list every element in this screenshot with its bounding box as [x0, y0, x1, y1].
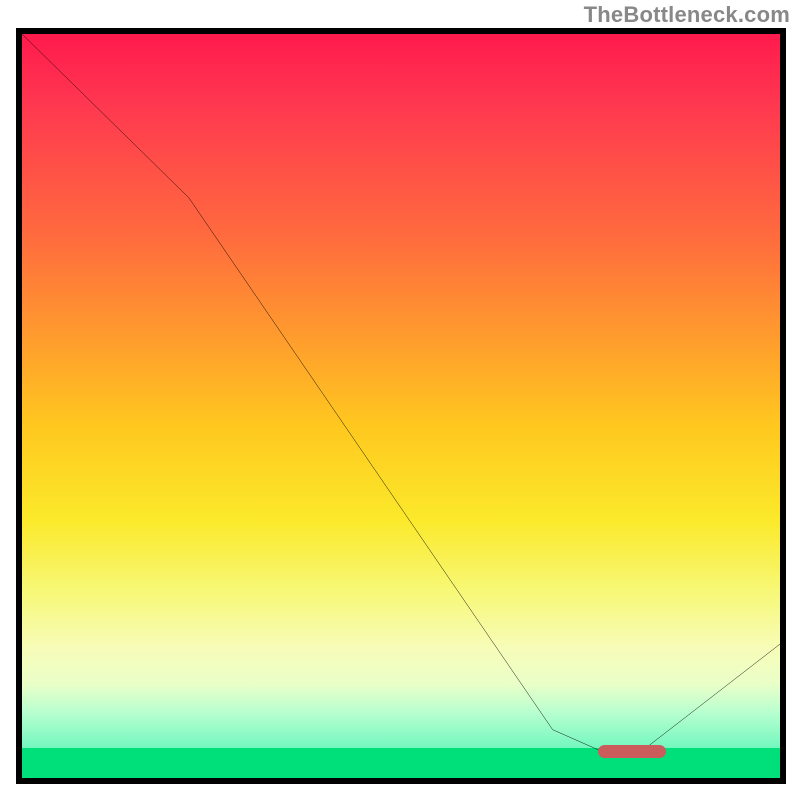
plot-inner [22, 34, 780, 778]
watermark-label: TheBottleneck.com [584, 2, 790, 28]
chart-frame: TheBottleneck.com [0, 0, 800, 800]
optimal-marker [598, 745, 666, 758]
line-curve [22, 34, 780, 778]
plot-area [16, 28, 786, 784]
